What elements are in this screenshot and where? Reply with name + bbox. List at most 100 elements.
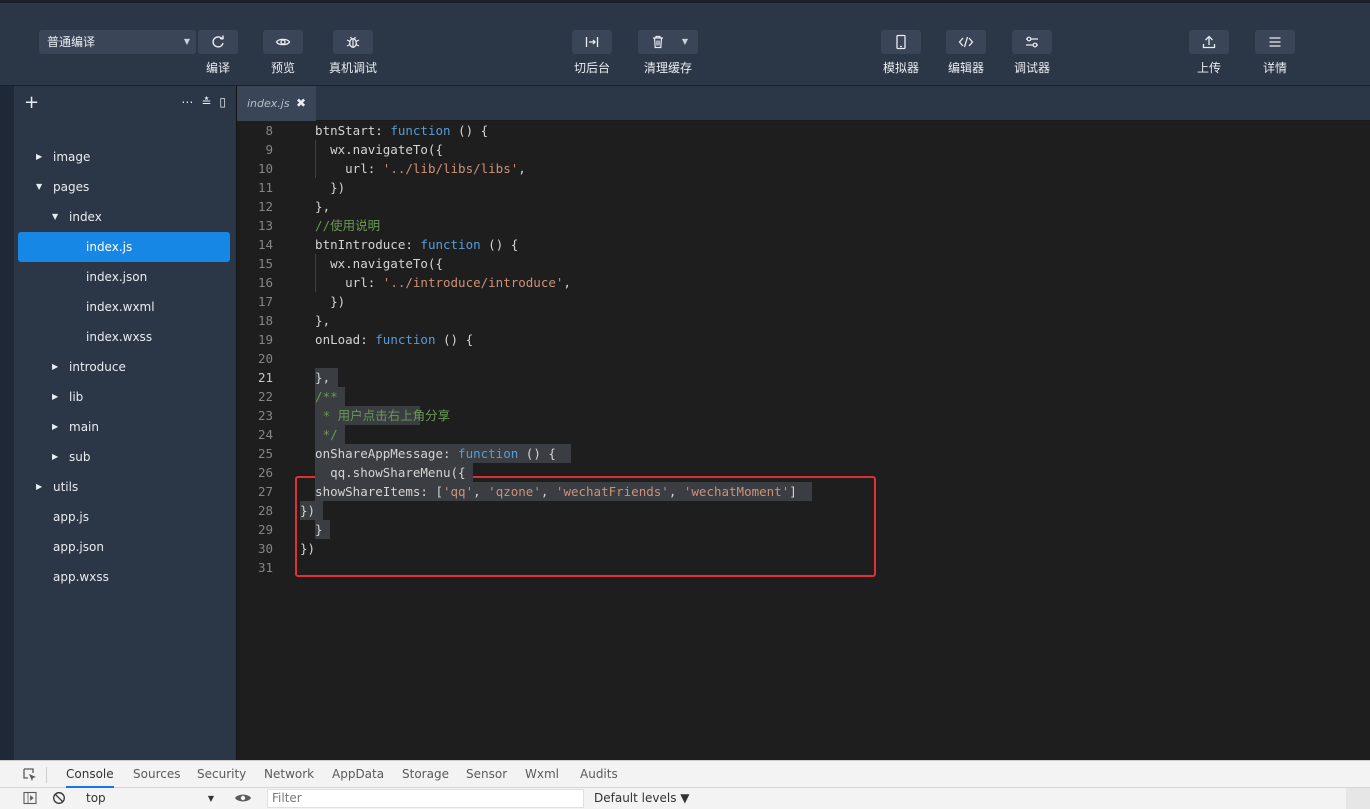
code-text: qq.showShareMenu({ [300,465,466,480]
tree-file[interactable]: index.js [18,232,230,262]
chevron-right-icon[interactable]: ▶ [36,472,42,502]
collapse-all-icon[interactable]: ≛ [201,95,211,109]
code-line[interactable]: 23 * 用户点击右上角分享 [237,406,1370,425]
devtools-tab-appdata[interactable]: AppData [332,761,384,788]
details-button[interactable] [1255,30,1295,54]
tree-file[interactable]: app.json [18,532,230,562]
code-line[interactable]: 26 qq.showShareMenu({ [237,463,1370,482]
code-line[interactable]: 29 } [237,520,1370,539]
devtools-panel: Console Sources Security Network AppData Stor… [0,760,1370,809]
line-number: 28 [257,503,273,518]
simulator-toggle-button[interactable] [881,30,921,54]
tree-folder[interactable]: ▼ pages [18,172,230,202]
line-number: 17 [257,294,273,309]
chevron-right-icon[interactable]: ▶ [36,142,42,172]
more-icon[interactable]: ⋯ [181,95,193,109]
code-line[interactable]: 30}) [237,539,1370,558]
tree-folder[interactable]: ▶ main [18,412,230,442]
code-text: * 用户点击右上角分享 [300,408,451,423]
chevron-down-icon[interactable]: ▼ [682,30,688,54]
code-line[interactable]: 25 onShareAppMessage: function () { [237,444,1370,463]
tree-file[interactable]: index.wxml [18,292,230,322]
tree-item-label: index.json [86,270,148,284]
clear-cache-button[interactable]: ▼ [638,30,698,54]
upload-button[interactable] [1189,30,1229,54]
code-line[interactable]: 14 btnIntroduce: function () { [237,235,1370,254]
devtools-tab-audits[interactable]: Audits [580,761,618,788]
code-line[interactable]: 31 [237,558,1370,577]
compile-button[interactable] [198,30,238,54]
switch-background-button[interactable] [572,30,612,54]
filter-input[interactable]: Filter [267,789,584,808]
code-line[interactable]: 16 url: '../introduce/introduce', [237,273,1370,292]
devtools-tab-sources[interactable]: Sources [133,761,180,788]
code-line[interactable]: 20 [237,349,1370,368]
line-number: 22 [257,389,273,404]
code-area[interactable]: 8 btnStart: function () {9 wx.navigateTo… [237,121,1370,760]
eye-icon[interactable] [234,791,252,805]
code-line[interactable]: 28}) [237,501,1370,520]
details-label: 详情 [1262,61,1287,75]
code-text: showShareItems: ['qq', 'qzone', 'wechatF… [300,484,797,499]
tree-folder[interactable]: ▶ sub [18,442,230,472]
tree-folder[interactable]: ▼ index [18,202,230,232]
chevron-down-icon[interactable]: ▼ [36,172,42,202]
code-line[interactable]: 21 }, [237,368,1370,387]
tree-folder[interactable]: ▶ lib [18,382,230,412]
preview-button[interactable] [263,30,303,54]
sidebar-toggle-icon[interactable] [23,791,37,805]
editor-toggle-button[interactable] [946,30,986,54]
tree-item-label: index [69,210,102,224]
line-number: 24 [257,427,273,442]
chevron-right-icon[interactable]: ▶ [52,382,58,412]
code-line[interactable]: 27 showShareItems: ['qq', 'qzone', 'wech… [237,482,1370,501]
tree-file[interactable]: app.js [18,502,230,532]
code-line[interactable]: 19 onLoad: function () { [237,330,1370,349]
code-line[interactable]: 18 }, [237,311,1370,330]
phone-icon [896,34,906,50]
tree-folder[interactable]: ▶ utils [18,472,230,502]
chevron-right-icon[interactable]: ▶ [52,352,58,382]
chevron-right-icon[interactable]: ▶ [52,412,58,442]
add-file-icon[interactable]: + [24,92,39,113]
debugger-toggle-button[interactable] [1012,30,1052,54]
tree-file[interactable]: index.wxss [18,322,230,352]
tree-file[interactable]: app.wxss [18,562,230,592]
tree-folder[interactable]: ▶ image [18,142,230,172]
devtools-tab-security[interactable]: Security [197,761,246,788]
chevron-down-icon[interactable]: ▼ [52,202,58,232]
close-icon[interactable]: ✖ [296,86,306,121]
devtools-tab-wxml[interactable]: Wxml [525,761,559,788]
indent-guide [315,140,316,178]
tree-folder[interactable]: ▶ introduce [18,352,230,382]
code-line[interactable]: 24 */ [237,425,1370,444]
panel-scrollbar[interactable] [1346,788,1370,809]
code-line[interactable]: 8 btnStart: function () { [237,121,1370,140]
inspect-element-icon[interactable] [22,767,38,783]
devtools-tab-network[interactable]: Network [264,761,314,788]
remote-debug-button[interactable] [333,30,373,54]
context-select[interactable]: top ▼ [86,788,218,809]
editor-tab[interactable]: index.js ✖ [237,86,316,121]
code-line[interactable]: 9 wx.navigateTo({ [237,140,1370,159]
chevron-right-icon[interactable]: ▶ [52,442,58,472]
devtools-tab-console[interactable]: Console [66,761,114,788]
log-levels-select[interactable]: Default levels ▼ [594,788,690,809]
compile-mode-select[interactable]: 普通编译 ▼ [39,30,196,54]
devtools-tab-storage[interactable]: Storage [402,761,449,788]
code-line[interactable]: 15 wx.navigateTo({ [237,254,1370,273]
compile-mode-value: 普通编译 [47,35,96,49]
divider [46,767,47,783]
toggle-panel-icon[interactable]: ▯ [219,95,226,109]
code-line[interactable]: 13 //使用说明 [237,216,1370,235]
tree-file[interactable]: index.json [18,262,230,292]
code-line[interactable]: 12 }, [237,197,1370,216]
refresh-icon [212,35,224,48]
clear-console-icon[interactable] [52,791,66,805]
code-line[interactable]: 17 }) [237,292,1370,311]
devtools-tab-sensor[interactable]: Sensor [466,761,507,788]
code-line[interactable]: 22 /** [237,387,1370,406]
devtools-tabbar: Console Sources Security Network AppData Stor… [0,761,1370,788]
code-line[interactable]: 10 url: '../lib/libs/libs', [237,159,1370,178]
code-line[interactable]: 11 }) [237,178,1370,197]
